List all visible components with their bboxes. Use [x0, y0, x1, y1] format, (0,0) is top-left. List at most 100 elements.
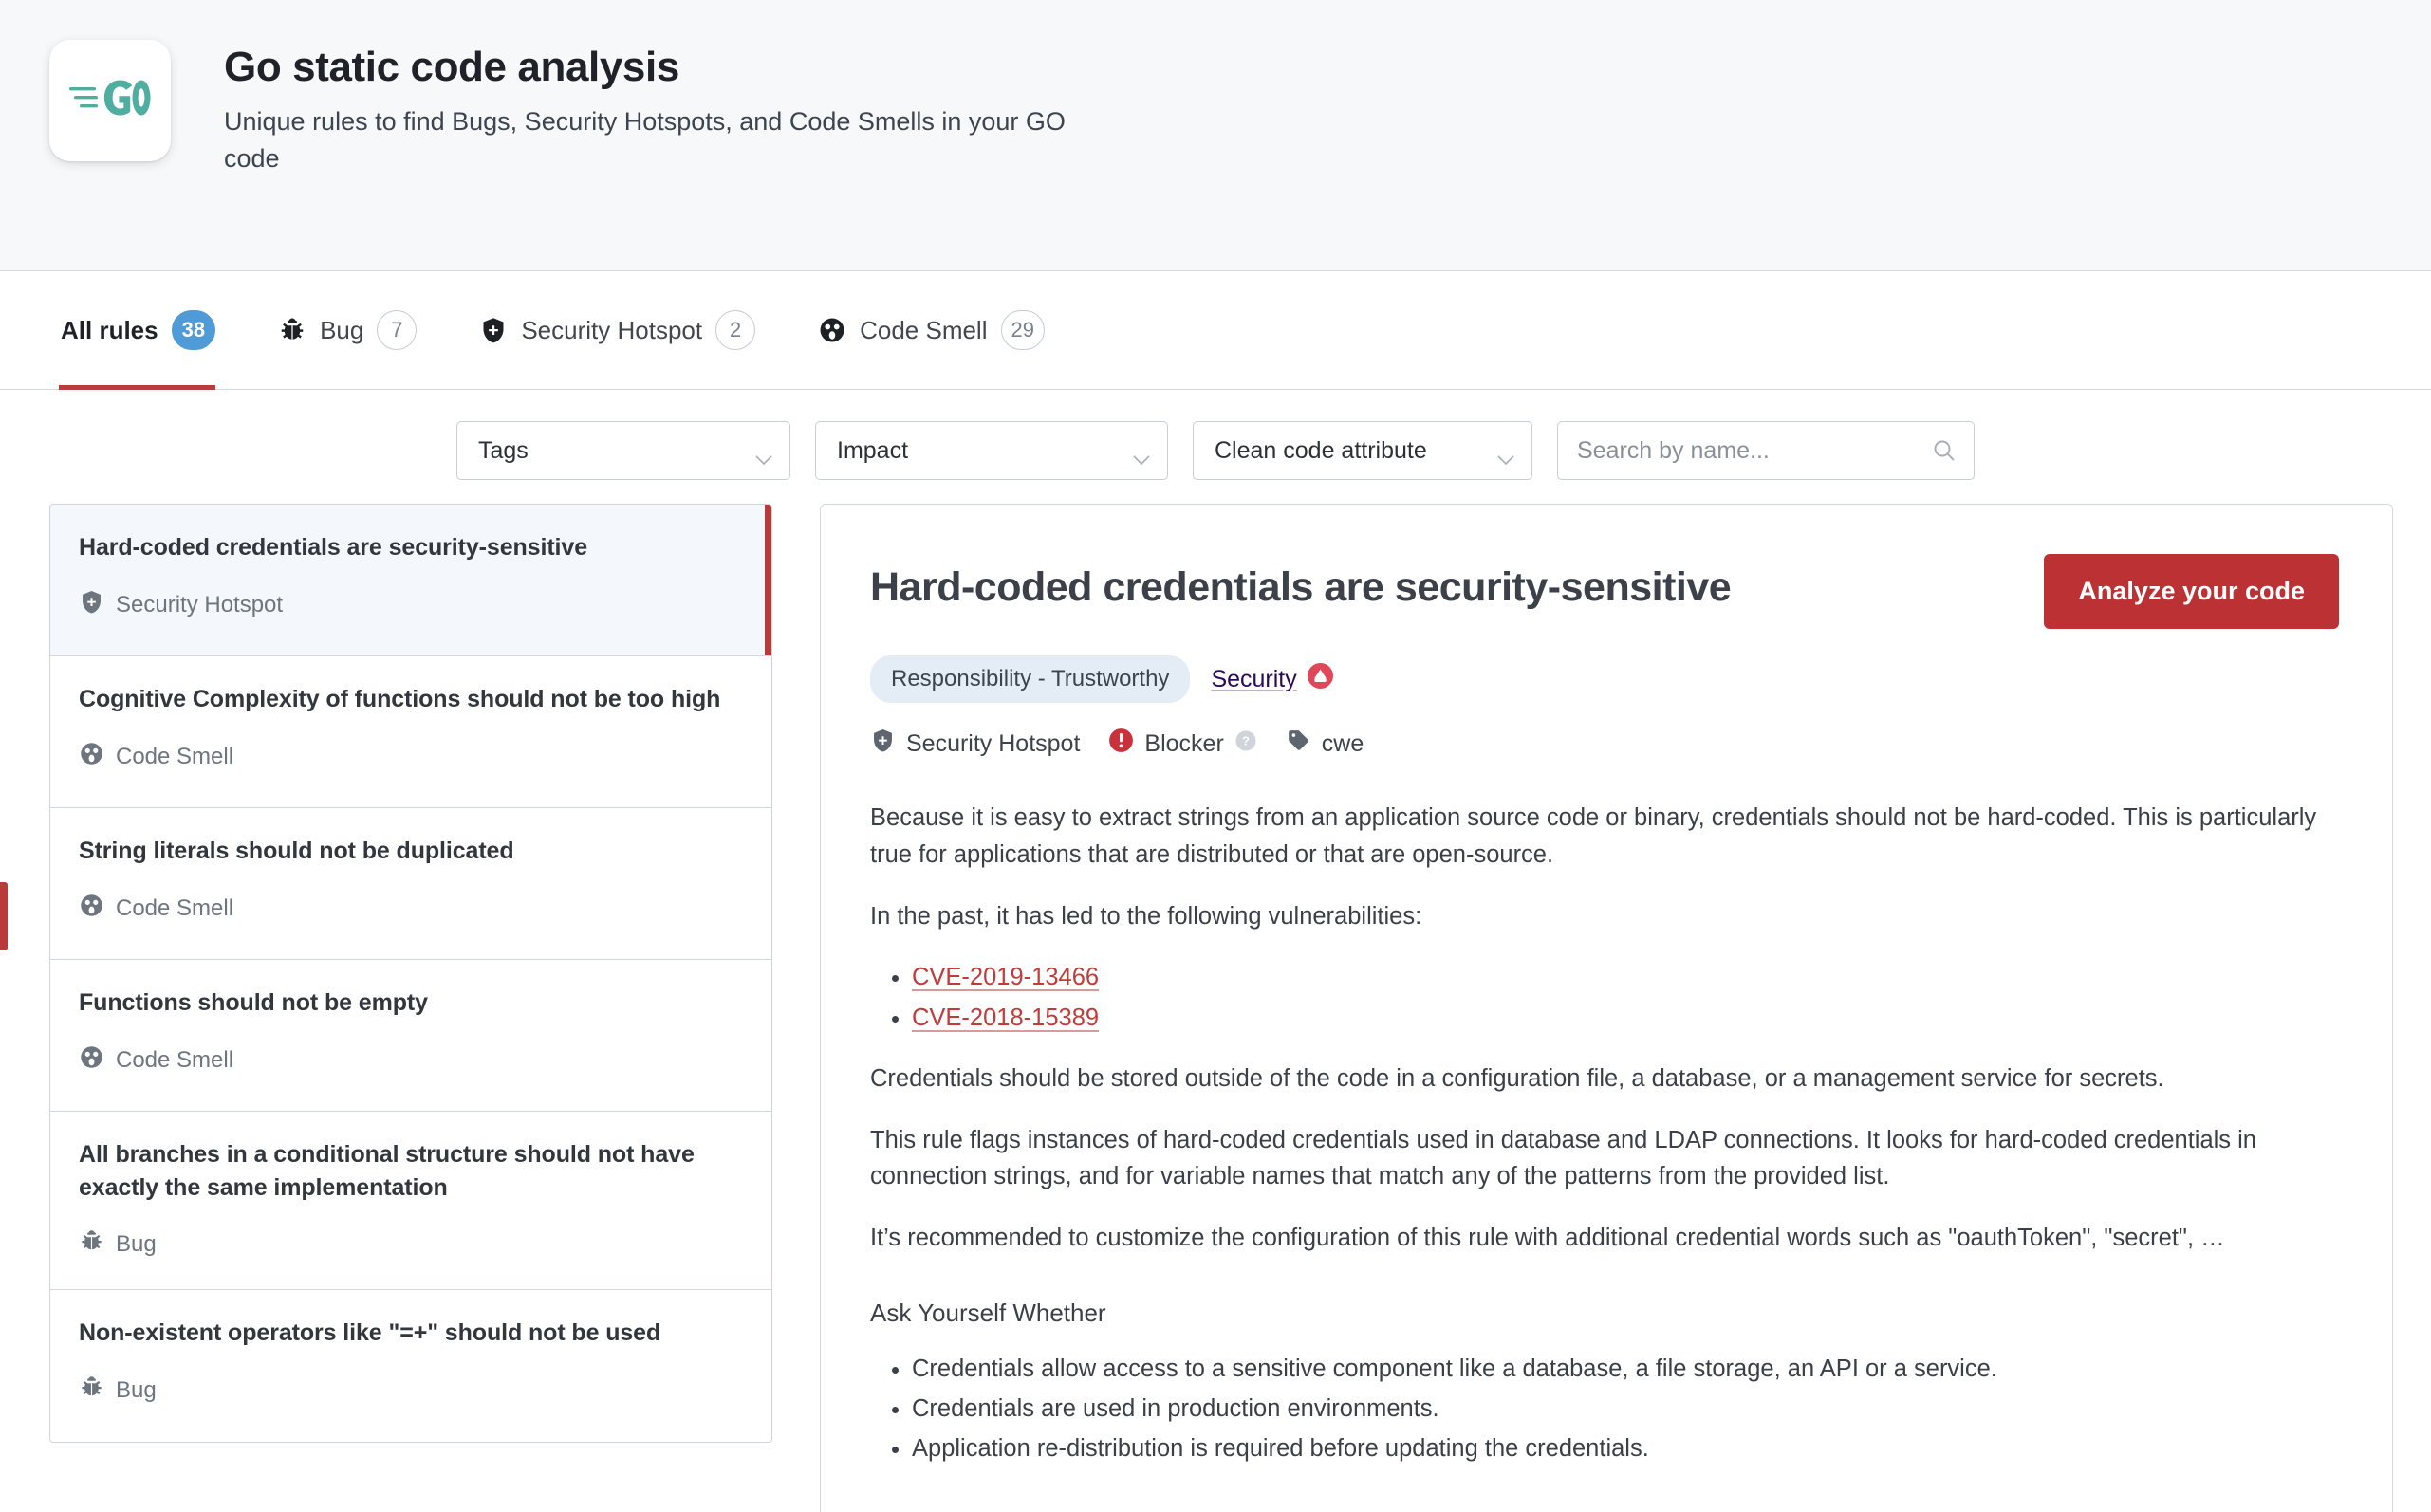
code-smell-icon: [818, 316, 846, 344]
rule-item-type-label: Bug: [116, 1376, 157, 1403]
tab-code-smell-count: 29: [1000, 310, 1045, 350]
rule-list-item[interactable]: Non-existent operators like "=+" should …: [50, 1290, 771, 1442]
rule-item-type: Security Hotspot: [79, 589, 739, 621]
rule-detail-type: Security Hotspot: [870, 728, 1080, 760]
tab-all-rules-count: 38: [171, 310, 216, 350]
description-paragraph: This rule flags instances of hard-coded …: [870, 1126, 2256, 1190]
rule-detail-title: Hard-coded credentials are security-sens…: [870, 564, 1732, 610]
rule-detail-panel: Hard-coded credentials are security-sens…: [820, 504, 2393, 1512]
rule-item-title: Non-existent operators like "=+" should …: [79, 1319, 661, 1346]
tags-filter-select[interactable]: Tags: [456, 421, 790, 480]
code-smell-icon: [79, 741, 104, 773]
chevron-down-icon: [1133, 445, 1150, 466]
ask-list-item: Credentials allow access to a sensitive …: [912, 1351, 2339, 1387]
page-hero: Go static code analysis Unique rules to …: [0, 0, 2431, 271]
cve-list-item: CVE-2018-15389: [912, 1000, 2339, 1036]
tab-bug[interactable]: Bug 7: [276, 271, 445, 389]
tab-code-smell-label: Code Smell: [860, 315, 988, 344]
rule-detail-type-label: Security Hotspot: [906, 729, 1081, 757]
ask-list-item: Application re-distribution is required …: [912, 1430, 2339, 1466]
chevron-down-icon: [1497, 445, 1514, 466]
rule-item-type-label: Security Hotspot: [116, 591, 284, 618]
cve-link[interactable]: CVE-2019-13466: [912, 964, 1099, 990]
rule-list-item[interactable]: Functions should not be empty Code Smell: [50, 960, 771, 1112]
cve-list-item: CVE-2019-13466: [912, 959, 2339, 995]
code-smell-icon: [79, 893, 104, 925]
bug-icon: [79, 1374, 104, 1407]
main-content: Hard-coded credentials are security-sens…: [0, 504, 2431, 1512]
tab-code-smell[interactable]: Code Smell 29: [816, 271, 1073, 389]
rule-list-item[interactable]: String literals should not be duplicated…: [50, 808, 771, 960]
rule-item-title: Hard-coded credentials are security-sens…: [79, 534, 588, 561]
rule-detail-header: Hard-coded credentials are security-sens…: [870, 554, 2339, 629]
rule-item-title: Cognitive Complexity of functions should…: [79, 686, 721, 712]
description-paragraph: Credentials should be stored outside of …: [870, 1064, 2164, 1092]
rule-item-type: Bug: [79, 1374, 739, 1407]
cve-link[interactable]: CVE-2018-15389: [912, 1005, 1099, 1031]
go-gopher-logo-icon: [69, 74, 151, 128]
tab-security-hotspot-label: Security Hotspot: [521, 315, 703, 344]
chevron-down-icon: [755, 445, 772, 466]
go-logo-tile: [49, 40, 171, 161]
code-smell-icon: [79, 1044, 104, 1077]
analyze-your-code-button[interactable]: Analyze your code: [2044, 554, 2339, 629]
description-paragraph: It’s recommended to customize the config…: [870, 1225, 2225, 1251]
ask-yourself-list: Credentials allow access to a sensitive …: [870, 1351, 2339, 1467]
tab-all-rules-label: All rules: [61, 315, 158, 344]
rule-list-item[interactable]: Cognitive Complexity of functions should…: [50, 656, 771, 808]
rule-detail-severity: Blocker ?: [1108, 728, 1256, 760]
rule-item-type-label: Code Smell: [116, 894, 234, 921]
tab-security-hotspot-count: 2: [715, 310, 756, 350]
search-input[interactable]: [1577, 436, 1919, 465]
blocker-icon: [1108, 728, 1134, 760]
shield-icon: [79, 589, 104, 621]
page-subtitle: Unique rules to find Bugs, Security Hots…: [224, 107, 1066, 173]
ask-yourself-whether-heading: Ask Yourself Whether: [870, 1298, 1106, 1327]
shield-icon: [870, 728, 896, 760]
ask-list-item: Credentials are used in production envir…: [912, 1391, 2339, 1427]
rule-detail-tag[interactable]: cwe: [1286, 728, 1364, 760]
tags-filter-label: Tags: [478, 436, 529, 464]
search-field-wrapper[interactable]: [1557, 421, 1975, 480]
description-paragraph: In the past, it has led to the following…: [870, 902, 1422, 930]
rule-item-title: String literals should not be duplicated: [79, 838, 514, 864]
rule-item-title: Functions should not be empty: [79, 989, 428, 1016]
blocker-severity-icon: [1307, 663, 1333, 695]
impact-filter-select[interactable]: Impact: [815, 421, 1168, 480]
tag-icon: [1286, 728, 1311, 760]
tab-all-rules[interactable]: All rules 38: [59, 271, 244, 390]
rule-detail-tag-label: cwe: [1321, 729, 1364, 757]
impact-security-link[interactable]: Security: [1211, 663, 1333, 695]
cve-list: CVE-2019-13466 CVE-2018-15389: [870, 959, 2339, 1036]
rule-item-title: All branches in a conditional structure …: [79, 1141, 695, 1201]
rule-item-type: Bug: [79, 1228, 739, 1261]
hero-text-block: Go static code analysis Unique rules to …: [224, 40, 1078, 176]
rule-list-item[interactable]: Hard-coded credentials are security-sens…: [50, 505, 771, 656]
rule-item-type-label: Bug: [116, 1231, 157, 1257]
rule-detail-meta: Security Hotspot Blocker ? cwe: [870, 728, 2339, 760]
tab-active-underline: [59, 385, 216, 390]
svg-text:?: ?: [1242, 733, 1250, 747]
rule-type-tabbar: All rules 38 Bug 7 Security Hotspot 2 Co…: [0, 271, 2431, 390]
rule-detail-severity-label: Blocker: [1144, 729, 1224, 757]
clean-code-attribute-badge[interactable]: Responsibility - Trustworthy: [870, 655, 1191, 703]
filter-bar: Tags Impact Clean code attribute: [0, 390, 2431, 504]
bug-icon: [278, 316, 306, 344]
rule-list-item[interactable]: All branches in a conditional structure …: [50, 1112, 771, 1290]
rule-item-type-label: Code Smell: [116, 1046, 234, 1073]
tab-bug-label: Bug: [320, 315, 364, 344]
help-circle-icon[interactable]: ?: [1234, 729, 1257, 759]
clean-code-attribute-filter-label: Clean code attribute: [1215, 436, 1427, 464]
clean-code-attribute-filter-select[interactable]: Clean code attribute: [1193, 421, 1532, 480]
search-icon[interactable]: [1932, 438, 1957, 463]
tab-security-hotspot[interactable]: Security Hotspot 2: [477, 271, 784, 389]
rule-item-type: Code Smell: [79, 1044, 739, 1077]
impact-label: Security: [1211, 665, 1297, 692]
rule-item-type: Code Smell: [79, 893, 739, 925]
rule-item-type-label: Code Smell: [116, 743, 234, 769]
rule-attribute-chips: Responsibility - Trustworthy Security: [870, 655, 2339, 703]
shield-icon: [479, 316, 508, 344]
page-title: Go static code analysis: [224, 44, 679, 90]
rule-list: Hard-coded credentials are security-sens…: [49, 504, 772, 1443]
feedback-edge-tab[interactable]: [0, 882, 8, 950]
